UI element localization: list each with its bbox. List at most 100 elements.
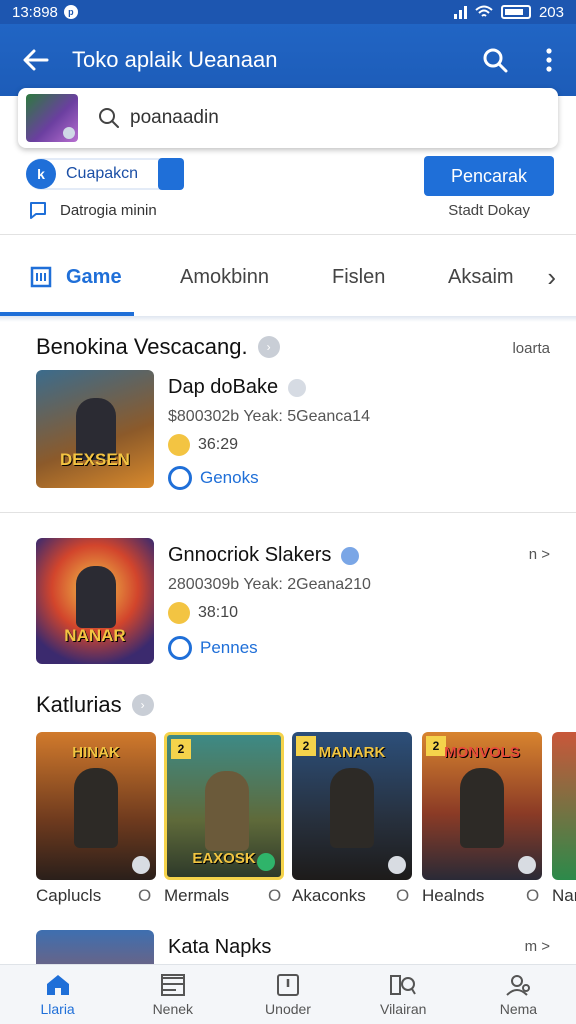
app-cover: DEXSEN bbox=[36, 370, 154, 488]
card-label: Mermals bbox=[164, 886, 230, 905]
search-icon[interactable] bbox=[468, 47, 522, 73]
info-icon: › bbox=[131, 694, 154, 716]
card-figure bbox=[205, 771, 249, 851]
list-item[interactable]: NANAR Gnnocriok Slakers 2800309b Yeak: 2… bbox=[0, 538, 576, 668]
chevron-right-icon[interactable]: › bbox=[547, 262, 556, 293]
nav-label: Nenek bbox=[152, 1000, 194, 1017]
card-badge-icon bbox=[132, 856, 150, 874]
pill-icon: k bbox=[26, 159, 56, 189]
card-badge-icon bbox=[518, 856, 536, 874]
app-name: Dap doBake bbox=[168, 376, 279, 398]
page-title: Toko aplaik Ueanaan bbox=[72, 47, 278, 72]
home-icon bbox=[46, 974, 69, 995]
row-more-link[interactable]: m > bbox=[525, 938, 550, 955]
row-more-link[interactable]: n > bbox=[529, 546, 550, 563]
card-rank: 2 bbox=[171, 739, 191, 759]
more-vert-icon[interactable] bbox=[522, 48, 576, 72]
book-search-icon bbox=[390, 974, 417, 995]
bottom-nav: Llaria Nenek Unoder Vilairan Nema bbox=[0, 964, 576, 1024]
app-category[interactable]: Pennes bbox=[168, 636, 258, 660]
carousel-card[interactable]: HINAK bbox=[36, 732, 156, 880]
search-bar[interactable]: poanaadin bbox=[18, 88, 558, 148]
nav-home[interactable]: Llaria bbox=[0, 965, 115, 1024]
info-icon: › bbox=[257, 336, 280, 358]
card-label: Healnds bbox=[422, 886, 485, 905]
card-badge-icon bbox=[257, 853, 275, 871]
card-label: Akaconks bbox=[292, 886, 366, 905]
app-name: Kata Napks bbox=[168, 936, 272, 958]
section-title: Katlurias bbox=[36, 692, 122, 717]
tab-game[interactable]: Game bbox=[0, 236, 134, 318]
nav-label: Unoder bbox=[265, 1000, 311, 1017]
divider bbox=[0, 234, 576, 235]
card-title: MONVOLS bbox=[444, 744, 520, 761]
verified-icon bbox=[341, 546, 360, 565]
card-label-sep: O bbox=[268, 886, 282, 905]
sub-link[interactable]: Datrogia minin bbox=[28, 200, 157, 220]
primary-button[interactable]: Pencarak bbox=[424, 156, 554, 196]
nav-label: Vilairan bbox=[379, 1000, 427, 1017]
nav-profile[interactable]: Nema bbox=[461, 965, 576, 1024]
nav-label: Nema bbox=[499, 1000, 538, 1017]
carousel-labels: Caplucls O Mermals O Akaconks O Healnds … bbox=[36, 886, 576, 910]
rating-value: 36:29 bbox=[198, 436, 239, 453]
divider bbox=[0, 512, 576, 513]
search-input[interactable]: poanaadin bbox=[130, 107, 219, 129]
cover-figure bbox=[76, 566, 116, 628]
app-name: Gnnocriok Slakers bbox=[168, 544, 332, 566]
app-category[interactable]: Genoks bbox=[168, 466, 259, 490]
card-label-sep: O bbox=[396, 886, 410, 905]
tab-label: Fislen bbox=[332, 265, 386, 288]
tab-fislen[interactable]: Fislen bbox=[332, 236, 385, 318]
filter-pill[interactable]: k Cuapakcn bbox=[26, 158, 184, 190]
grid-icon bbox=[30, 266, 52, 288]
sub-link-label: Datrogia minin bbox=[60, 201, 157, 219]
back-arrow-icon[interactable] bbox=[0, 49, 72, 71]
wifi-icon bbox=[475, 5, 493, 17]
battery-icon bbox=[500, 5, 531, 19]
carousel-card[interactable]: 2 MANARK bbox=[292, 732, 412, 880]
tab-amokbinn[interactable]: Amokbinn bbox=[180, 236, 269, 318]
pill-toggle[interactable] bbox=[158, 158, 184, 190]
section-more-link[interactable]: loarta bbox=[512, 340, 550, 357]
app-rating: 38:10 bbox=[168, 602, 238, 624]
cover-title: NANAR bbox=[64, 626, 126, 645]
card-title: MANARK bbox=[318, 744, 386, 761]
category-label: Genoks bbox=[200, 468, 259, 487]
signal-icon bbox=[453, 5, 467, 19]
avatar[interactable] bbox=[26, 94, 78, 142]
app-meta: $800302b Yeak: 5Geanca14 bbox=[168, 408, 370, 425]
app-rating: 36:29 bbox=[168, 434, 238, 456]
list-icon bbox=[160, 973, 185, 996]
nav-label: Llaria bbox=[40, 1000, 75, 1017]
card-figure bbox=[460, 768, 504, 848]
search-icon bbox=[99, 108, 119, 128]
carousel-card[interactable] bbox=[552, 732, 576, 880]
carousel-card[interactable]: 2 EAXOSK bbox=[164, 732, 284, 880]
tab-bar: Game Amokbinn Fislen Aksaim bbox=[0, 236, 576, 318]
verified-icon bbox=[288, 378, 307, 397]
app-cover bbox=[36, 930, 154, 964]
profile-icon bbox=[506, 974, 531, 996]
app-name-row: Dap doBake bbox=[168, 376, 307, 399]
tab-label: Game bbox=[66, 265, 122, 288]
tab-aksaim[interactable]: Aksaim bbox=[448, 236, 514, 318]
chat-icon bbox=[30, 202, 46, 219]
carousel-card[interactable]: 2 MONVOLS bbox=[422, 732, 542, 880]
notification-icon: p bbox=[63, 5, 78, 19]
update-icon bbox=[277, 973, 299, 996]
app-name-row: Gnnocriok Slakers bbox=[168, 544, 360, 567]
nav-search[interactable]: Vilairan bbox=[346, 965, 461, 1024]
nav-list[interactable]: Nenek bbox=[115, 965, 230, 1024]
battery-label: 203 bbox=[538, 3, 564, 21]
section-header: Katlurias › bbox=[36, 692, 154, 718]
smiley-icon bbox=[168, 602, 190, 624]
tab-label: Aksaim bbox=[448, 265, 514, 288]
nav-updates[interactable]: Unoder bbox=[230, 965, 345, 1024]
category-icon bbox=[168, 636, 192, 660]
list-item[interactable]: DEXSEN Dap doBake $800302b Yeak: 5Geanca… bbox=[0, 370, 576, 500]
card-figure bbox=[330, 768, 374, 848]
list-item[interactable]: Kata Napks m > bbox=[0, 930, 576, 964]
section-title: Benokina Vescacang. bbox=[36, 334, 248, 359]
app-meta: 2800309b Yeak: 2Geana210 bbox=[168, 576, 371, 593]
